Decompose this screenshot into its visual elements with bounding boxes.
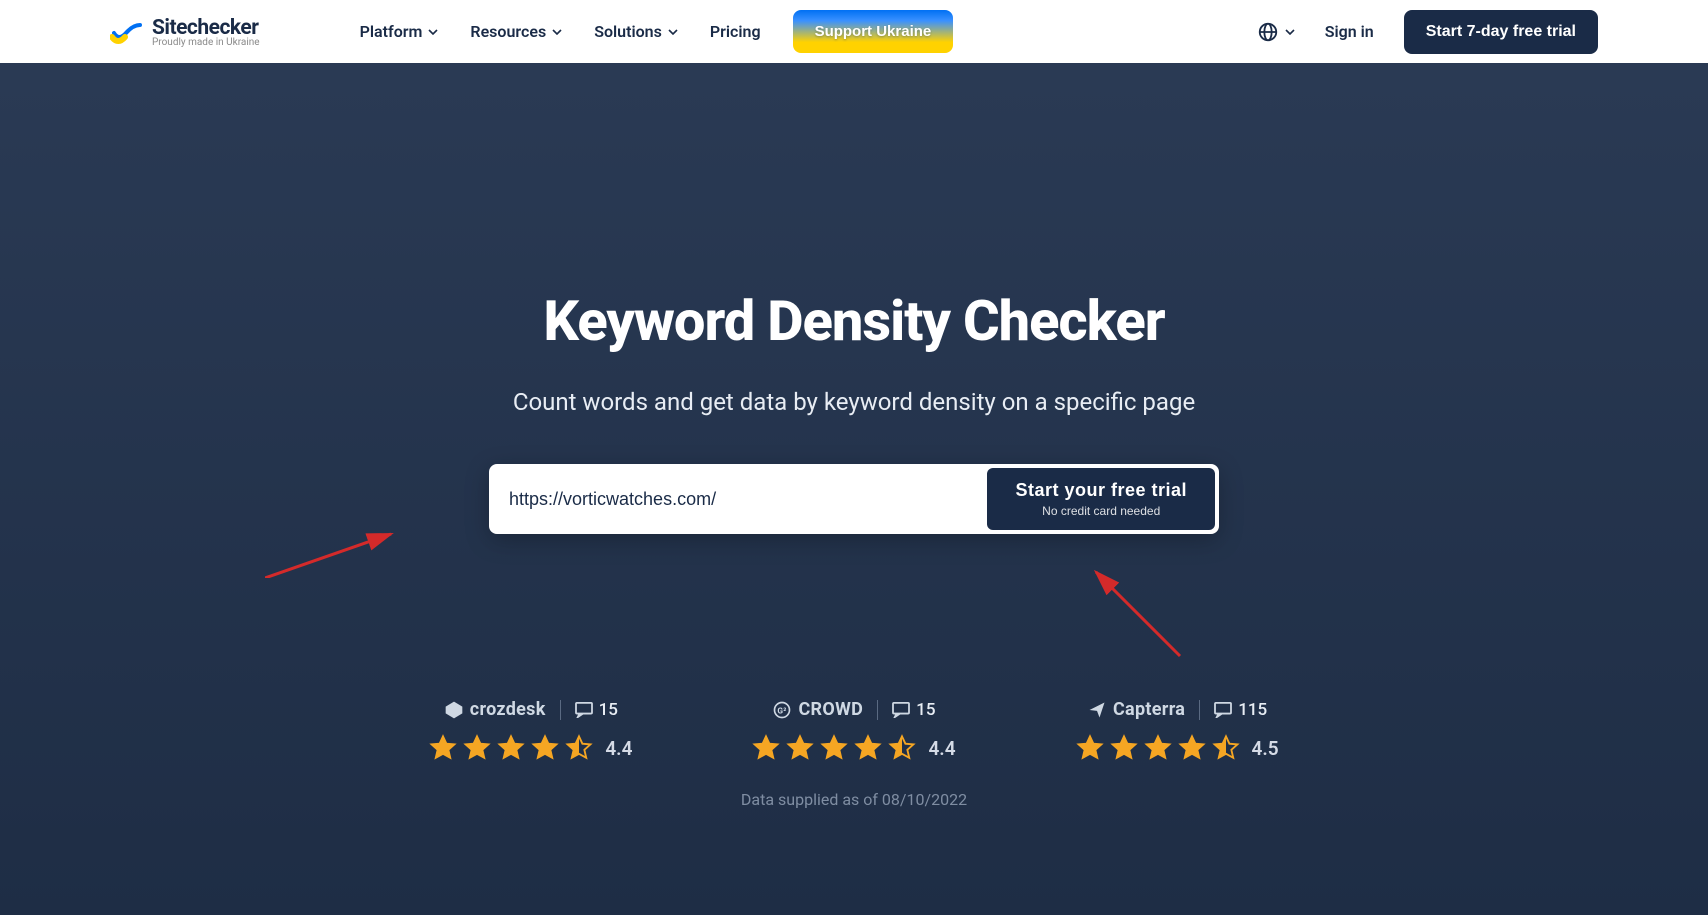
star-icon bbox=[565, 734, 593, 762]
ratings-row: crozdesk 15 4.4 G² bbox=[429, 699, 1278, 762]
nav-label: Pricing bbox=[710, 22, 761, 41]
chat-icon bbox=[892, 702, 910, 718]
star-icon bbox=[820, 734, 848, 762]
divider bbox=[1199, 700, 1200, 720]
vendor-name: Capterra bbox=[1087, 699, 1185, 720]
star-icon bbox=[1110, 734, 1138, 762]
crozdesk-icon bbox=[444, 700, 464, 720]
review-number: 15 bbox=[916, 700, 935, 720]
vendor-label: CROWD bbox=[798, 699, 863, 720]
vendor-label: Capterra bbox=[1113, 699, 1185, 720]
stars-row: 4.4 bbox=[752, 734, 955, 762]
nav-item-solutions[interactable]: Solutions bbox=[594, 22, 678, 41]
nav-label: Resources bbox=[470, 22, 546, 41]
star-icon bbox=[854, 734, 882, 762]
chevron-down-icon bbox=[428, 29, 438, 35]
rating-score: 4.4 bbox=[928, 737, 955, 760]
star-icon bbox=[1144, 734, 1172, 762]
globe-icon bbox=[1257, 21, 1279, 43]
page-title: Keyword Density Checker bbox=[543, 288, 1164, 354]
cta-subtitle: No credit card needed bbox=[1042, 504, 1160, 518]
rating-capterra: Capterra 115 4.5 bbox=[1076, 699, 1279, 762]
nav-label: Solutions bbox=[594, 22, 662, 41]
stars bbox=[1076, 734, 1240, 762]
page-subtitle: Count words and get data by keyword dens… bbox=[513, 388, 1195, 416]
stars bbox=[752, 734, 916, 762]
review-count: 15 bbox=[892, 700, 935, 720]
annotation-arrow-left-icon bbox=[265, 528, 395, 578]
star-icon bbox=[1076, 734, 1104, 762]
hero-section: Keyword Density Checker Count words and … bbox=[0, 63, 1708, 915]
star-icon bbox=[463, 734, 491, 762]
g2-icon: G² bbox=[772, 700, 792, 720]
star-icon bbox=[1212, 734, 1240, 762]
url-input[interactable] bbox=[493, 489, 987, 510]
rating-score: 4.4 bbox=[605, 737, 632, 760]
review-number: 15 bbox=[599, 700, 618, 720]
stars-row: 4.4 bbox=[429, 734, 632, 762]
chevron-down-icon bbox=[552, 29, 562, 35]
nav-item-resources[interactable]: Resources bbox=[470, 22, 562, 41]
rating-top: Capterra 115 bbox=[1087, 699, 1267, 720]
svg-text:G²: G² bbox=[778, 706, 787, 716]
stars bbox=[429, 734, 593, 762]
nav-item-platform[interactable]: Platform bbox=[360, 22, 439, 41]
main-nav: Platform Resources Solutions Pricing Sup… bbox=[360, 10, 954, 53]
cta-title: Start your free trial bbox=[1015, 480, 1187, 501]
capterra-icon bbox=[1087, 700, 1107, 720]
review-count: 15 bbox=[575, 700, 618, 720]
rating-g2crowd: G² CROWD 15 4.4 bbox=[752, 699, 955, 762]
url-input-container: Start your free trial No credit card nee… bbox=[489, 464, 1219, 534]
chevron-down-icon bbox=[1285, 29, 1295, 35]
star-icon bbox=[1178, 734, 1206, 762]
nav-item-pricing[interactable]: Pricing bbox=[710, 22, 761, 41]
nav-label: Platform bbox=[360, 22, 423, 41]
rating-top: G² CROWD 15 bbox=[772, 699, 935, 720]
start-free-trial-button[interactable]: Start your free trial No credit card nee… bbox=[987, 468, 1215, 530]
start-trial-button[interactable]: Start 7-day free trial bbox=[1404, 10, 1598, 54]
support-ukraine-button[interactable]: Support Ukraine bbox=[793, 10, 954, 53]
vendor-name: crozdesk bbox=[444, 699, 546, 720]
review-number: 115 bbox=[1238, 700, 1267, 720]
chevron-down-icon bbox=[668, 29, 678, 35]
language-selector[interactable] bbox=[1257, 21, 1295, 43]
brand-tagline: Proudly made in Ukraine bbox=[152, 37, 260, 48]
chat-icon bbox=[575, 702, 593, 718]
rating-score: 4.5 bbox=[1252, 737, 1279, 760]
vendor-name: G² CROWD bbox=[772, 699, 863, 720]
star-icon bbox=[531, 734, 559, 762]
star-icon bbox=[752, 734, 780, 762]
data-supplied-note: Data supplied as of 08/10/2022 bbox=[741, 790, 967, 809]
sign-in-link[interactable]: Sign in bbox=[1325, 22, 1374, 41]
review-count: 115 bbox=[1214, 700, 1267, 720]
sitechecker-logo-icon bbox=[110, 19, 142, 45]
star-icon bbox=[497, 734, 525, 762]
brand-text: Sitechecker Proudly made in Ukraine bbox=[152, 16, 260, 48]
divider bbox=[877, 700, 878, 720]
star-icon bbox=[888, 734, 916, 762]
chat-icon bbox=[1214, 702, 1232, 718]
rating-top: crozdesk 15 bbox=[444, 699, 618, 720]
vendor-label: crozdesk bbox=[470, 699, 546, 720]
star-icon bbox=[786, 734, 814, 762]
star-icon bbox=[429, 734, 457, 762]
header: Sitechecker Proudly made in Ukraine Plat… bbox=[0, 0, 1708, 63]
annotation-arrow-right-icon bbox=[1090, 568, 1185, 658]
stars-row: 4.5 bbox=[1076, 734, 1279, 762]
rating-crozdesk: crozdesk 15 4.4 bbox=[429, 699, 632, 762]
divider bbox=[560, 700, 561, 720]
brand-logo[interactable]: Sitechecker Proudly made in Ukraine bbox=[110, 16, 260, 48]
